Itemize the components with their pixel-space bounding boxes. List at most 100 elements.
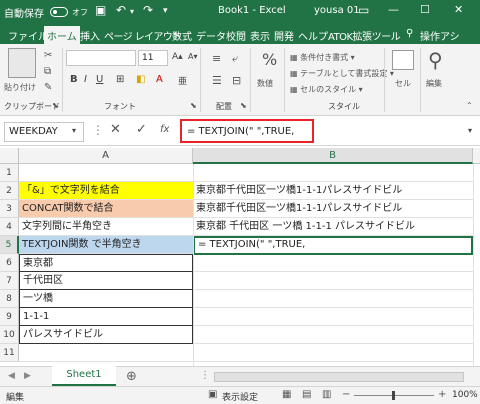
align-top-icon[interactable]: ≡ [212,52,221,65]
phonetic-guide-icon[interactable]: 亜 [178,74,187,87]
row-header[interactable]: 6 [0,254,19,272]
add-sheet-icon[interactable]: ⊕ [126,369,137,384]
enter-icon[interactable]: ✓ [136,122,147,137]
tab-split-icon[interactable]: ⋮ [200,370,210,381]
cell-a2[interactable]: 「&」で文字列を結合 [19,182,193,200]
collapse-ribbon-icon[interactable]: ⌃ [466,101,473,110]
tab-view[interactable]: 表示 [250,28,270,43]
italic-icon[interactable]: I [84,74,87,85]
cell-b3[interactable]: 東京都千代田区一ツ橋1-1-1パレスサイドビル [193,200,473,218]
copy-icon[interactable]: ⧉ [44,66,51,77]
close-icon[interactable]: ✕ [454,3,463,16]
undo-dropdown-icon[interactable]: ▾ [130,7,134,16]
column-header-a[interactable]: A [19,148,193,164]
tab-developer[interactable]: 開発 [274,28,294,43]
tab-atok[interactable]: ATOK拡張ツール [328,28,401,43]
cell-a8[interactable]: 一ツ橋 [19,290,193,308]
cell-b1[interactable] [193,164,473,182]
cancel-icon[interactable]: ✕ [110,122,121,137]
cell-a4[interactable]: 文字列間に半角空き [19,218,193,236]
tab-page-layout[interactable]: ページ レイアウト [104,28,182,43]
cell-b7[interactable] [193,272,473,290]
maximize-icon[interactable]: ☐ [420,3,430,16]
paste-icon[interactable] [8,48,36,78]
cell-a5[interactable]: TEXTJOIN関数 で半角空き [19,236,193,254]
find-select-icon[interactable]: ⚲ [428,48,443,72]
cells-label[interactable]: セル [395,78,411,89]
cell-a6[interactable]: 東京都 [19,254,193,272]
worksheet-grid[interactable]: A B 1 2 「&」で文字列を結合 東京都千代田区一ツ橋1-1-1パレスサイドビル 3… [0,148,480,366]
fill-color-icon[interactable]: ◧ [136,74,145,85]
cells-icon[interactable] [392,50,414,70]
customize-qat-icon[interactable]: ▾ [163,6,168,16]
zoom-level[interactable]: 100% [452,390,478,400]
font-color-icon[interactable]: A [156,74,163,85]
alignment-launcher-icon[interactable]: ⬊ [240,101,247,110]
cell-b9[interactable] [193,308,473,326]
page-break-view-icon[interactable]: ▥ [322,389,331,400]
zoom-out-icon[interactable]: − [342,389,350,400]
font-launcher-icon[interactable]: ⬊ [190,101,197,110]
save-icon[interactable]: ▣ [95,3,106,17]
undo-icon[interactable]: ↶ [116,3,126,17]
cell-a9[interactable]: 1-1-1 [19,308,193,326]
table-format-button[interactable]: ▦ テーブルとして書式設定 ▾ [290,68,394,79]
page-layout-view-icon[interactable]: ▤ [302,389,311,400]
number-format-icon[interactable]: % [262,50,277,69]
sheet-tab-sheet1[interactable]: Sheet1 [52,366,116,386]
tab-file[interactable]: ファイル [8,28,48,43]
ribbon-display-icon[interactable]: ▭ [358,3,369,17]
cell-style-button[interactable]: ▦ セルのスタイル ▾ [290,84,363,95]
tab-data[interactable]: データ [196,28,226,43]
tell-me-search[interactable]: 操作アシ [420,28,460,43]
select-all-button[interactable] [0,148,19,164]
row-header[interactable]: 1 [0,164,19,182]
cell-b4[interactable]: 東京都 千代田区 一ツ橋 1-1-1 パレスサイドビル [193,218,473,236]
cell-a7[interactable]: 千代田区 [19,272,193,290]
scroll-sheets-right-icon[interactable]: ▶ [24,371,31,381]
horizontal-scrollbar[interactable] [214,372,464,382]
merge-cells-icon[interactable]: ⊟ [232,74,241,87]
number-label[interactable]: 数値 [257,78,273,89]
search-icon[interactable]: ⚲ [406,28,413,39]
bold-icon[interactable]: B [70,74,78,85]
font-grow-icon[interactable]: A▴ [172,52,183,62]
tab-home[interactable]: ホーム [44,26,80,44]
paste-label[interactable]: 貼り付け [4,82,36,93]
tab-review[interactable]: 校閲 [226,28,246,43]
row-header[interactable]: 7 [0,272,19,290]
cell-b8[interactable] [193,290,473,308]
row-header[interactable]: 5 [0,236,19,254]
insert-function-icon[interactable]: fx [160,124,169,135]
display-settings-label[interactable]: 表示設定 [222,390,258,403]
row-header[interactable]: 2 [0,182,19,200]
row-header[interactable]: 8 [0,290,19,308]
column-header-b[interactable]: B [193,148,473,164]
redo-icon[interactable]: ↷ [143,3,153,17]
font-size-box[interactable]: 11 [138,50,168,66]
row-header[interactable]: 3 [0,200,19,218]
active-cell-b5[interactable]: = TEXTJOIN(" ",TRUE, [193,236,473,255]
cond-format-button[interactable]: ▦ 条件付き書式 ▾ [290,52,355,63]
scroll-sheets-left-icon[interactable]: ◀ [8,371,15,381]
wrap-text-icon[interactable]: ⤶ [232,52,238,66]
zoom-in-icon[interactable]: + [438,389,446,400]
edit-label[interactable]: 編集 [426,78,442,89]
clipboard-launcher-icon[interactable]: ⬊ [52,101,59,110]
tab-formulas[interactable]: 数式 [172,28,192,43]
expand-formula-icon[interactable]: ▾ [468,126,472,135]
font-name-box[interactable] [66,50,136,66]
align-left-icon[interactable]: ☰ [212,74,222,87]
tab-help[interactable]: ヘルプ [298,28,328,43]
user-name[interactable]: yousa 01 [314,5,360,16]
font-shrink-icon[interactable]: A▾ [188,52,198,61]
cell-a10[interactable]: パレスサイドビル [19,326,193,344]
formula-input[interactable]: = TEXTJOIN(" ",TRUE, [180,119,314,143]
cell-a11[interactable] [19,344,193,362]
normal-view-icon[interactable]: ▦ [282,389,291,400]
cut-icon[interactable]: ✂ [44,50,52,61]
underline-icon[interactable]: U [96,74,103,85]
tab-insert[interactable]: 挿入 [80,28,100,43]
autosave-toggle[interactable] [50,7,68,17]
row-header[interactable]: 11 [0,344,19,362]
